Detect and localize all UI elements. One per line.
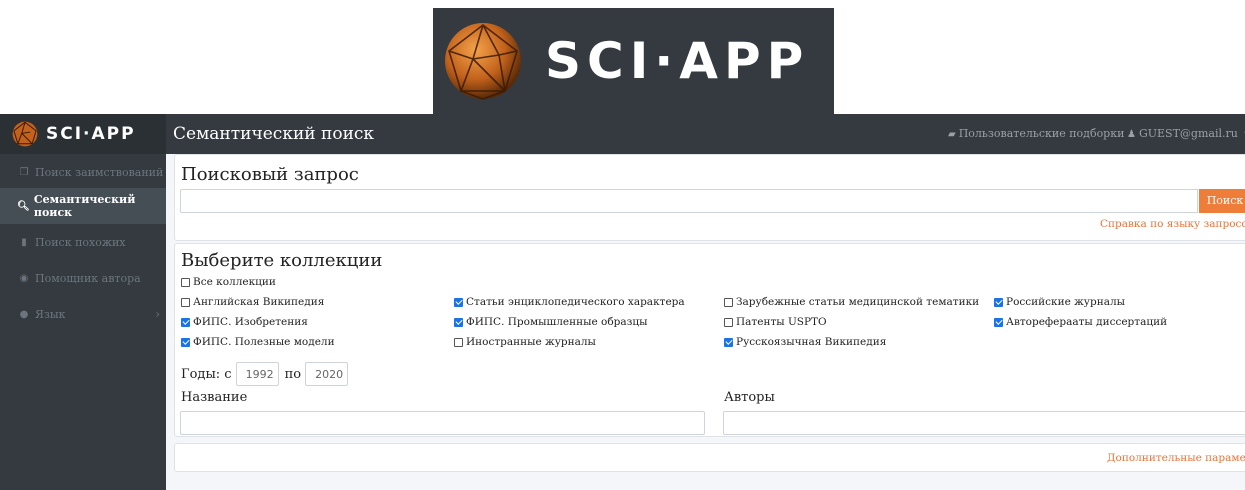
globe-icon: ● bbox=[19, 308, 29, 320]
globe-logo-icon bbox=[12, 121, 38, 147]
collection-checkbox[interactable]: Российские журналы bbox=[994, 296, 1125, 308]
checkbox-icon bbox=[181, 277, 190, 287]
year-to-input[interactable]: 2020 bbox=[305, 362, 349, 386]
sidebar-item-label: Язык bbox=[35, 307, 66, 321]
checkbox-icon bbox=[724, 317, 733, 327]
checkbox-icon bbox=[724, 297, 733, 307]
page-title: Семантический поиск bbox=[173, 124, 375, 144]
user-icon: ♟ bbox=[1127, 129, 1136, 140]
top-navbar: Семантический поиск ▰ Пользовательские по… bbox=[166, 114, 1245, 154]
sidebar-item-1[interactable]: ❐ Поиск заимствований bbox=[0, 154, 166, 190]
collection-checkbox[interactable]: Иностранные журналы bbox=[454, 336, 596, 348]
collection-checkbox[interactable]: ФИПС. Промышленные образцы bbox=[454, 316, 647, 328]
collection-checkbox[interactable]: Английская Википедия bbox=[181, 296, 324, 308]
checkbox-checked-icon bbox=[181, 317, 190, 327]
sidebar-item-3[interactable]: ▮ Поиск похожих bbox=[0, 224, 166, 260]
checkbox-icon bbox=[181, 297, 190, 307]
file-icon: ▮ bbox=[21, 236, 27, 248]
collection-checkbox[interactable]: Зарубежные статьи медицинской тематики bbox=[724, 296, 979, 308]
collection-checkbox[interactable]: ФИПС. Полезные модели bbox=[181, 336, 335, 348]
sidebar-logo[interactable]: SCI·APP bbox=[0, 114, 166, 154]
collection-label: Зарубежные статьи медицинской тематики bbox=[736, 296, 980, 308]
collection-label: Статьи энциклопедического характера bbox=[466, 296, 685, 308]
title-input[interactable] bbox=[180, 411, 705, 435]
book-icon: ▰ bbox=[948, 129, 956, 140]
sidebar-item-label: Поиск заимствований bbox=[35, 165, 164, 179]
checkbox-icon bbox=[454, 337, 463, 347]
collections-card: Выберите коллекции Все коллекции Английс… bbox=[174, 243, 1245, 437]
logo-banner: SCI·APP bbox=[433, 8, 834, 114]
checkbox-checked-icon bbox=[454, 297, 463, 307]
collection-checkbox[interactable]: Русскоязычная Википедия bbox=[724, 336, 886, 348]
collection-checkbox[interactable]: Автореферааты диссертаций bbox=[994, 316, 1167, 328]
collection-label: ФИПС. Полезные модели bbox=[193, 336, 335, 348]
collection-checkbox[interactable]: ФИПС. Изобретения bbox=[181, 316, 308, 328]
collection-checkbox[interactable]: Статьи энциклопедического характера bbox=[454, 296, 685, 308]
authors-input[interactable] bbox=[723, 411, 1245, 435]
checkbox-checked-icon bbox=[994, 297, 1003, 307]
sidebar-item-2[interactable]: 🔍︎ Семантический поиск bbox=[0, 188, 166, 224]
user-collections-link[interactable]: ▰ Пользовательские подборки bbox=[948, 127, 1124, 142]
collections-card-title: Выберите коллекции bbox=[181, 250, 383, 271]
sidebar-item-label: Семантический поиск bbox=[33, 193, 136, 219]
all-collections-checkbox[interactable]: Все коллекции bbox=[181, 276, 276, 288]
collection-label: Русскоязычная Википедия bbox=[736, 336, 887, 348]
years-label: Годы: с bbox=[181, 366, 232, 382]
copy-icon: ❐ bbox=[19, 166, 29, 178]
sidebar-brand-name: SCI·APP bbox=[46, 124, 136, 144]
search-input[interactable] bbox=[180, 189, 1198, 213]
brand-name: SCI·APP bbox=[545, 32, 810, 90]
years-range: Годы: с 1992 по 2020 bbox=[181, 362, 354, 386]
extra-params-link[interactable]: Дополнительные параметры bbox=[1107, 452, 1245, 464]
collection-label: ФИПС. Промышленные образцы bbox=[466, 316, 648, 328]
collection-label: ФИПС. Изобретения bbox=[193, 316, 308, 328]
extra-params-card: Дополнительные параметры bbox=[174, 443, 1245, 472]
collection-label: Российские журналы bbox=[1006, 296, 1125, 308]
checkbox-checked-icon bbox=[994, 317, 1003, 327]
sidebar-item-label: Помощник автора bbox=[35, 271, 141, 285]
checkbox-checked-icon bbox=[181, 337, 190, 347]
checkbox-checked-icon bbox=[454, 317, 463, 327]
search-card: Поисковый запрос Поиск Справка по языку … bbox=[174, 154, 1245, 241]
sidebar-item-label: Поиск похожих bbox=[35, 235, 126, 249]
sidebar: SCI·APP ❐ Поиск заимствований 🔍︎ Семантичес… bbox=[0, 114, 166, 490]
collection-label: Автореферааты диссертаций bbox=[1006, 316, 1168, 328]
collection-label: Английская Википедия bbox=[193, 296, 325, 308]
search-icon: 🔍︎ bbox=[17, 200, 30, 212]
user-menu[interactable]: ♟GUEST@gmail.ru ▼ bbox=[1127, 127, 1245, 142]
year-from-input[interactable]: 1992 bbox=[235, 362, 279, 386]
search-button[interactable]: Поиск bbox=[1199, 189, 1245, 213]
query-help-link[interactable]: Справка по языку запросов bbox=[1100, 218, 1245, 230]
checkbox-checked-icon bbox=[724, 337, 733, 347]
years-to-label: по bbox=[284, 366, 302, 382]
sidebar-item-4[interactable]: ◉ Помощник автора bbox=[0, 260, 166, 296]
authors-label: Авторы bbox=[724, 390, 775, 405]
search-card-title: Поисковый запрос bbox=[181, 164, 359, 185]
title-label: Название bbox=[181, 390, 248, 405]
chevron-right-icon: › bbox=[155, 307, 160, 321]
collection-checkbox[interactable]: Патенты USPTO bbox=[724, 316, 827, 328]
main-content: Поисковый запрос Поиск Справка по языку … bbox=[166, 154, 1245, 490]
collection-label: Иностранные журналы bbox=[466, 336, 596, 348]
globe-logo-icon bbox=[445, 23, 521, 100]
collection-label: Патенты USPTO bbox=[736, 316, 827, 328]
eye-icon: ◉ bbox=[19, 272, 29, 284]
sidebar-item-5[interactable]: ● Язык › bbox=[0, 296, 166, 332]
